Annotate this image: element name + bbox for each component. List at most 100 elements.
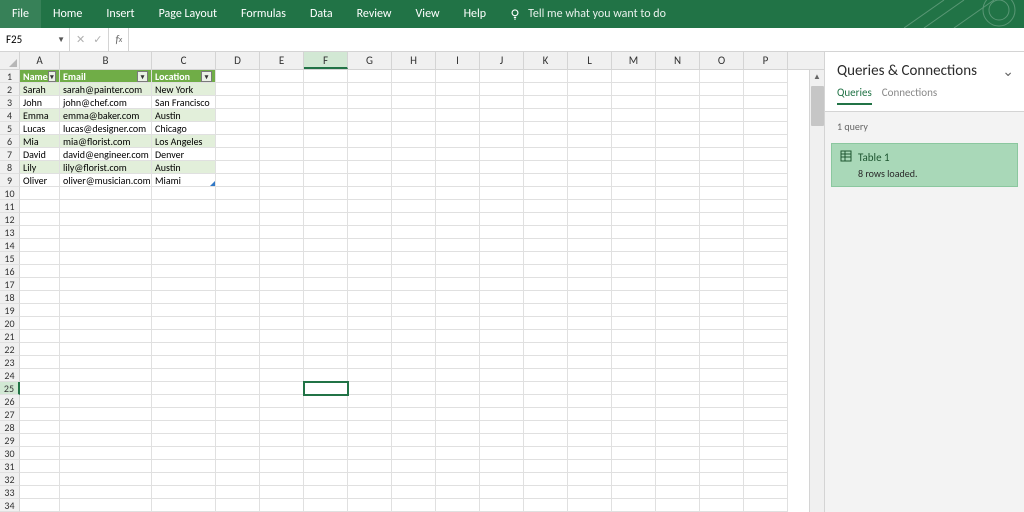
cell[interactable] [524, 291, 568, 304]
cell[interactable] [524, 369, 568, 382]
cell[interactable] [612, 421, 656, 434]
cell[interactable] [612, 122, 656, 135]
cell[interactable] [392, 174, 436, 187]
cell[interactable] [216, 395, 260, 408]
cell[interactable] [436, 109, 480, 122]
cell[interactable]: Sarah [20, 83, 60, 96]
cell[interactable] [348, 369, 392, 382]
cell[interactable] [60, 330, 152, 343]
cell[interactable] [568, 148, 612, 161]
cell[interactable] [524, 200, 568, 213]
cell[interactable] [392, 460, 436, 473]
cell[interactable] [524, 122, 568, 135]
cell[interactable] [20, 278, 60, 291]
cell[interactable] [744, 148, 788, 161]
name-box[interactable]: F25 ▼ [0, 28, 70, 51]
filter-dropdown-icon[interactable]: ▾ [201, 71, 212, 82]
cell[interactable] [260, 421, 304, 434]
cell[interactable] [656, 122, 700, 135]
cell[interactable] [524, 460, 568, 473]
cell[interactable] [480, 239, 524, 252]
cell[interactable] [612, 135, 656, 148]
cell[interactable] [216, 200, 260, 213]
cell[interactable] [656, 460, 700, 473]
cell[interactable] [304, 460, 348, 473]
cell[interactable] [216, 447, 260, 460]
cell[interactable] [152, 239, 216, 252]
cell[interactable] [20, 421, 60, 434]
cell[interactable] [20, 265, 60, 278]
cell[interactable] [744, 447, 788, 460]
cell[interactable] [216, 499, 260, 512]
cell[interactable] [60, 499, 152, 512]
cell[interactable] [700, 70, 744, 83]
cell[interactable] [744, 473, 788, 486]
cell[interactable] [744, 213, 788, 226]
cell[interactable] [260, 96, 304, 109]
cell[interactable] [480, 200, 524, 213]
cell[interactable] [60, 213, 152, 226]
cell[interactable] [20, 356, 60, 369]
cell[interactable] [656, 83, 700, 96]
cell[interactable] [60, 200, 152, 213]
cell[interactable] [392, 226, 436, 239]
cell[interactable] [568, 304, 612, 317]
cell[interactable] [568, 122, 612, 135]
cell[interactable] [480, 382, 524, 395]
cell[interactable] [568, 109, 612, 122]
filter-dropdown-icon[interactable]: ▾ [137, 71, 148, 82]
cell[interactable] [612, 83, 656, 96]
row-header[interactable]: 24 [0, 369, 20, 382]
cell[interactable] [524, 382, 568, 395]
cell[interactable] [612, 330, 656, 343]
cell[interactable] [348, 109, 392, 122]
cell[interactable] [480, 135, 524, 148]
cell[interactable] [612, 239, 656, 252]
select-all-corner[interactable] [0, 52, 20, 69]
cell[interactable] [568, 200, 612, 213]
row-header[interactable]: 33 [0, 486, 20, 499]
cell[interactable] [216, 148, 260, 161]
cell[interactable] [216, 278, 260, 291]
cell[interactable] [568, 213, 612, 226]
cell[interactable] [392, 200, 436, 213]
cell[interactable] [656, 96, 700, 109]
ribbon-tab-formulas[interactable]: Formulas [229, 0, 298, 28]
row-header[interactable]: 2 [0, 83, 20, 96]
row-header[interactable]: 21 [0, 330, 20, 343]
cell[interactable] [480, 304, 524, 317]
cell[interactable] [612, 434, 656, 447]
row-header[interactable]: 4 [0, 109, 20, 122]
cell[interactable] [744, 174, 788, 187]
cell[interactable] [568, 486, 612, 499]
cell[interactable] [436, 369, 480, 382]
column-header-A[interactable]: A [20, 52, 60, 69]
cell[interactable] [348, 161, 392, 174]
cell[interactable] [436, 96, 480, 109]
row-header[interactable]: 26 [0, 395, 20, 408]
cell[interactable] [152, 460, 216, 473]
cell[interactable] [744, 161, 788, 174]
cell[interactable] [260, 252, 304, 265]
cell[interactable] [260, 135, 304, 148]
cell[interactable] [392, 343, 436, 356]
row-header[interactable]: 32 [0, 473, 20, 486]
cell[interactable] [480, 265, 524, 278]
cell[interactable] [568, 70, 612, 83]
cell[interactable] [700, 96, 744, 109]
fx-icon[interactable]: fx [109, 28, 129, 51]
cell[interactable] [348, 148, 392, 161]
cell[interactable] [480, 122, 524, 135]
cell[interactable] [700, 434, 744, 447]
cell[interactable] [304, 213, 348, 226]
cell[interactable] [348, 174, 392, 187]
scroll-thumb[interactable] [811, 86, 824, 126]
column-header-M[interactable]: M [612, 52, 656, 69]
cell[interactable] [20, 317, 60, 330]
cell[interactable] [612, 499, 656, 512]
cell[interactable] [480, 83, 524, 96]
cell[interactable] [524, 330, 568, 343]
cell[interactable] [152, 317, 216, 330]
cell[interactable] [524, 174, 568, 187]
cell[interactable] [480, 148, 524, 161]
